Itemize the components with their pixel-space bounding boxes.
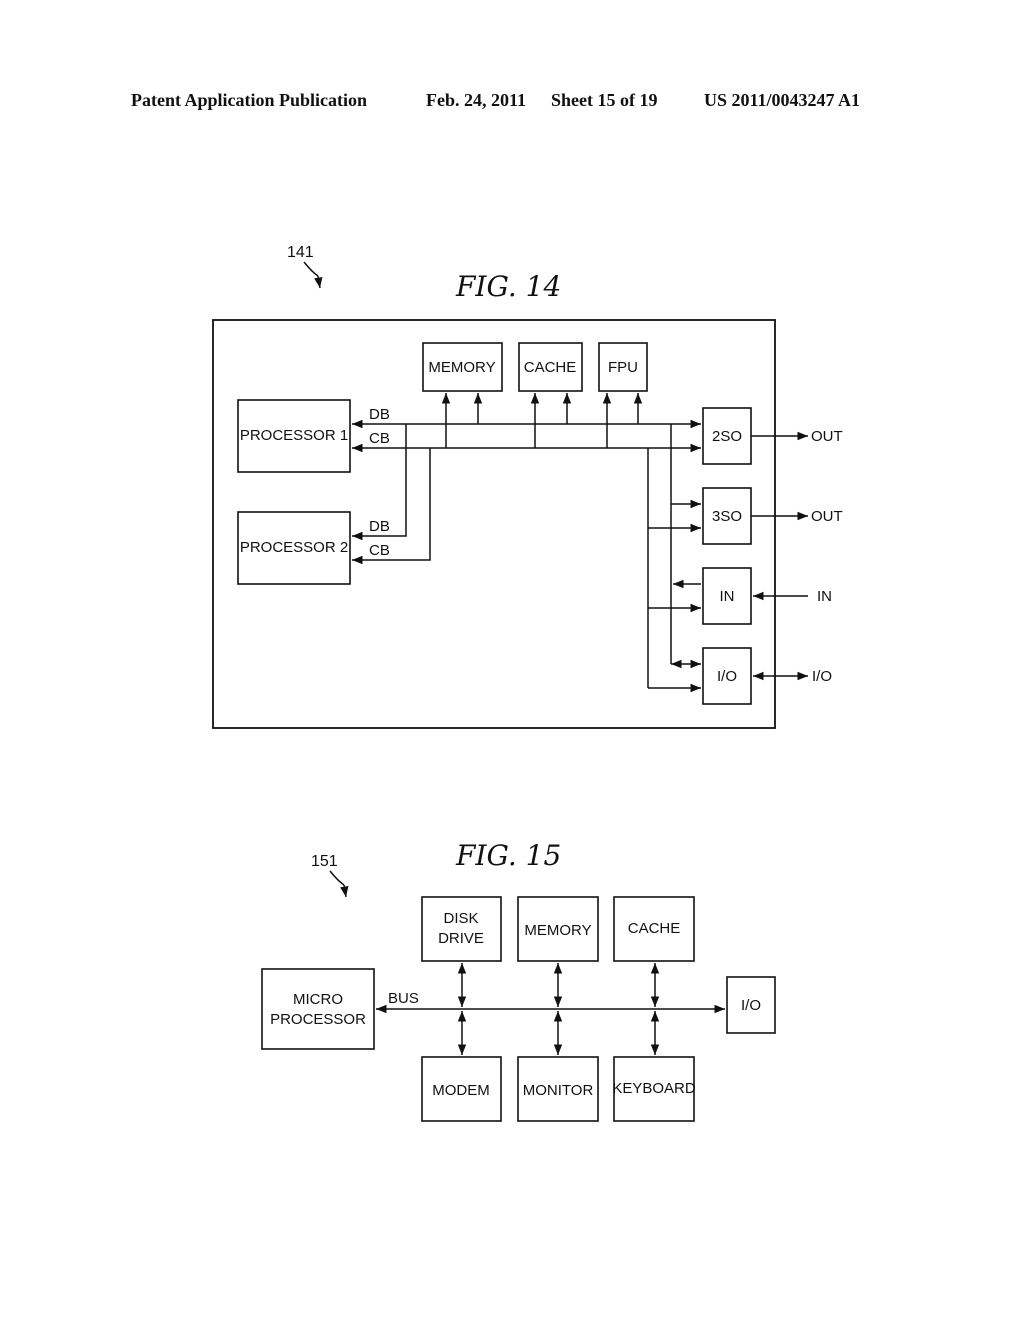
fig14-control-bus xyxy=(352,393,701,693)
fig14-cb1-label: CB xyxy=(369,430,390,447)
fig14-memory-label: MEMORY xyxy=(428,359,495,376)
fig14: 141 FIG. 14 MEMORY CACHE FPU PROCESSOR 1… xyxy=(212,244,843,729)
fig14-ref-number: 141 xyxy=(287,244,314,261)
fig15-disk-drive-block xyxy=(421,896,502,962)
fig14-db2-label: DB xyxy=(369,518,390,535)
fig14-cb2-label: CB xyxy=(369,542,390,559)
fig14-io-label: I/O xyxy=(717,668,737,685)
fig14-processor2-label: PROCESSOR 2 xyxy=(240,539,348,556)
fig15-monitor-label: MONITOR xyxy=(523,1082,594,1099)
fig15-disk-drive-label-2: DRIVE xyxy=(438,930,484,947)
diagram-canvas: 141 FIG. 14 MEMORY CACHE FPU PROCESSOR 1… xyxy=(212,244,843,1122)
fig15-bus-label: BUS xyxy=(388,990,419,1007)
fig14-ref-arrow xyxy=(303,261,319,277)
fig15-modem-label: MODEM xyxy=(432,1082,490,1099)
fig14-in-ext-label: IN xyxy=(817,588,832,605)
fig14-2so-label: 2SO xyxy=(712,428,742,445)
fig14-out2-label: OUT xyxy=(811,508,843,525)
fig15-cache-label: CACHE xyxy=(628,920,681,937)
fig15-keyboard-label: KEYBOARD xyxy=(612,1080,696,1097)
fig15-ref-arrow xyxy=(329,870,345,886)
fig14-out1-label: OUT xyxy=(811,428,843,445)
fig15-io-label: I/O xyxy=(741,997,761,1014)
fig14-3so-label: 3SO xyxy=(712,508,742,525)
fig15-microprocessor-label-1: MICRO xyxy=(293,991,343,1008)
fig15-microprocessor-block xyxy=(261,968,375,1050)
fig15-memory-label: MEMORY xyxy=(524,922,591,939)
fig15-title: FIG. 15 xyxy=(455,839,561,872)
fig14-cache-label: CACHE xyxy=(524,359,577,376)
fig14-ref-arrowhead xyxy=(314,275,323,289)
fig14-in-label: IN xyxy=(720,588,735,605)
fig14-fpu-label: FPU xyxy=(608,359,638,376)
fig14-title: FIG. 14 xyxy=(455,270,561,303)
fig14-processor1-label: PROCESSOR 1 xyxy=(240,427,348,444)
fig15-disk-drive-label-1: DISK xyxy=(443,910,478,927)
fig14-io-ext-label: I/O xyxy=(812,668,832,685)
fig15-ref-arrowhead xyxy=(340,884,349,898)
fig14-db1-label: DB xyxy=(369,406,390,423)
fig15-ref-number: 151 xyxy=(311,853,338,870)
fig15: 151 FIG. 15 MICRO PROCESSOR DISK DRIVE M… xyxy=(261,839,776,1122)
fig15-microprocessor-label-2: PROCESSOR xyxy=(270,1011,366,1028)
